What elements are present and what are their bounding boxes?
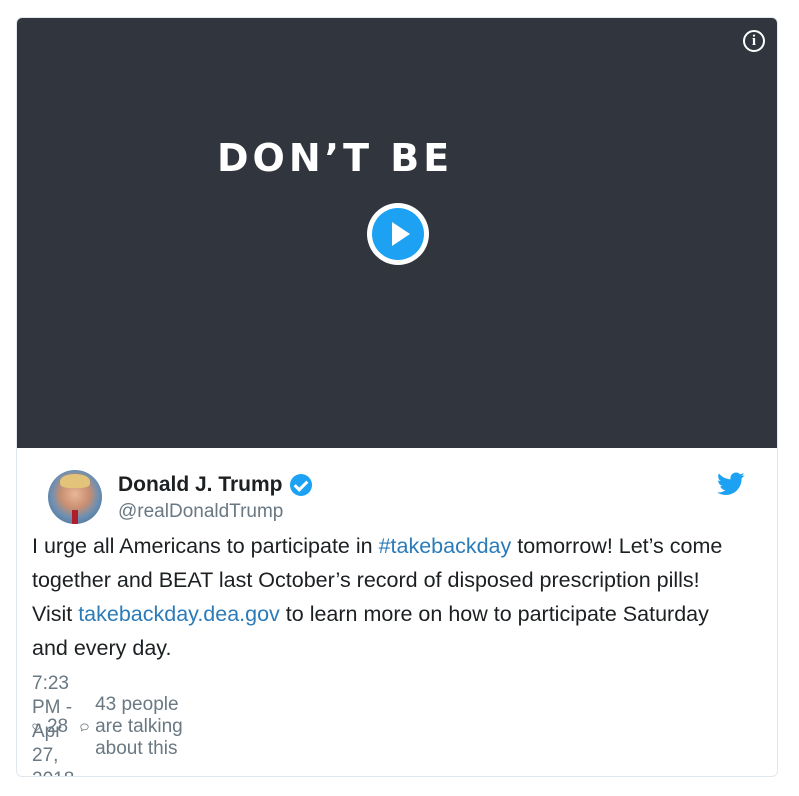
- tweet-text-part: I urge all Americans to participate in: [32, 534, 379, 558]
- tweet-header: Donald J. Trump @realDonaldTrump: [17, 448, 777, 538]
- play-icon: [372, 208, 424, 260]
- twitter-bird-icon[interactable]: [717, 472, 745, 496]
- user-handle[interactable]: @realDonaldTrump: [118, 500, 283, 524]
- embedded-tweet-card[interactable]: DON’T BE i Donald J. Trump @realDonaldTr…: [16, 17, 778, 777]
- hashtag-link[interactable]: #takebackday: [379, 534, 512, 558]
- display-name[interactable]: Donald J. Trump: [118, 472, 283, 498]
- speech-bubble-icon[interactable]: [80, 715, 89, 739]
- tweet-actions: 28 43 people are talking about this: [32, 694, 186, 759]
- talking-count[interactable]: 43 people are talking about this: [95, 694, 186, 760]
- video-media[interactable]: DON’T BE i: [17, 18, 777, 448]
- info-icon[interactable]: i: [743, 30, 765, 52]
- avatar[interactable]: [48, 470, 102, 524]
- video-overlay-text: DON’T BE: [217, 136, 454, 180]
- name-row[interactable]: Donald J. Trump: [118, 472, 312, 498]
- verified-badge-icon: [289, 474, 312, 496]
- likes-count[interactable]: 28: [47, 716, 68, 738]
- url-link[interactable]: takebackday.dea.gov: [78, 602, 280, 626]
- tweet-text: I urge all Americans to participate in #…: [32, 529, 742, 665]
- play-button[interactable]: [367, 203, 429, 265]
- heart-icon[interactable]: [32, 715, 41, 739]
